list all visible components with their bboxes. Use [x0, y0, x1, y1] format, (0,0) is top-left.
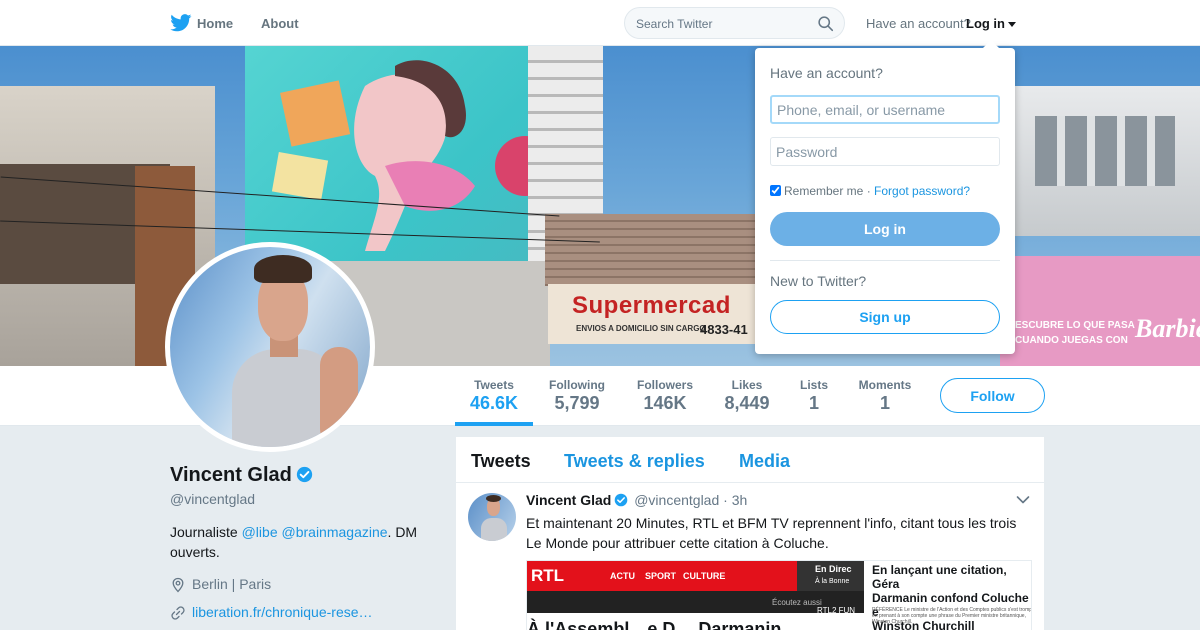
tweet-avatar-body — [481, 518, 507, 541]
media-article: En lançant une citation, Géra Darmanin c… — [872, 561, 1032, 630]
tweet-author-handle[interactable]: @vincentglad — [634, 492, 719, 508]
twitter-bird-icon[interactable] — [170, 14, 192, 32]
media-logo: RTL — [531, 566, 565, 585]
login-button[interactable]: Log in — [770, 212, 1000, 246]
tweet-separator: · — [723, 492, 728, 508]
have-account-label: Have an account? — [866, 16, 971, 31]
stat-likes[interactable]: Likes 8,449 — [717, 378, 777, 414]
remember-me-checkbox[interactable] — [770, 185, 781, 196]
link-icon — [171, 606, 185, 620]
stat-label: Likes — [731, 378, 763, 392]
profile-location: Berlin | Paris — [170, 576, 272, 593]
media-live-text: En Direc À la Bonne — [815, 564, 852, 587]
media-live-line: En Direc — [815, 564, 852, 574]
tweet-media-image[interactable]: RTL ACTU SPORT CULTURE En Direc À la Bonn… — [526, 560, 1032, 630]
stat-value: 1 — [808, 393, 819, 413]
media-menu-item: SPORT — [645, 571, 677, 581]
location-text: Berlin | Paris — [192, 576, 272, 592]
location-pin-icon — [172, 577, 184, 593]
login-dropdown-toggle[interactable]: Log in — [966, 16, 1016, 31]
stat-followers[interactable]: Followers 146K — [628, 378, 702, 414]
new-to-twitter-label: New to Twitter? — [770, 273, 867, 289]
banner-brand-text: Barbie — [1135, 314, 1200, 343]
banner-sign-subtext: ENVIOS A DOMICILIO SIN CARGO — [576, 324, 706, 333]
signup-button[interactable]: Sign up — [770, 300, 1000, 334]
media-menu-item: CULTURE — [683, 571, 726, 581]
forgot-password-link[interactable]: Forgot password? — [874, 184, 970, 198]
remember-separator: · — [863, 184, 875, 198]
remember-row: Remember me · Forgot password? — [770, 184, 970, 198]
search-input[interactable] — [636, 15, 811, 32]
username-field[interactable] — [770, 95, 1000, 124]
stat-label: Followers — [636, 378, 693, 392]
stat-label: Following — [549, 378, 605, 392]
tweet-timestamp[interactable]: 3h — [732, 492, 748, 508]
tab-tweets-and-replies[interactable]: Tweets & replies — [564, 451, 705, 472]
nav-about-link[interactable]: About — [261, 16, 299, 31]
tab-tweets[interactable]: Tweets — [471, 451, 531, 472]
search-icon[interactable] — [817, 15, 834, 32]
media-listen-text: Écoutez aussi — [772, 598, 822, 607]
website-link[interactable]: liberation.fr/chronique-rese… — [192, 604, 373, 620]
stat-tweets[interactable]: Tweets 46.6K — [455, 378, 533, 414]
media-article-text: RÉFÉRENCE Le ministre de l'Action et des… — [872, 607, 1032, 625]
login-toggle-label: Log in — [966, 16, 1005, 31]
profile-bio: Journaliste @libe @brainmagazine. DM ouv… — [170, 522, 440, 562]
banner-billboard — [1000, 256, 1200, 366]
stat-value: 46.6K — [469, 393, 519, 413]
nav-home-link[interactable]: Home — [197, 16, 233, 31]
stat-lists[interactable]: Lists 1 — [794, 378, 834, 414]
tweet[interactable]: Vincent Glad @vincentglad · 3h Et mainte… — [456, 483, 1044, 630]
profile-name[interactable]: Vincent Glad — [170, 464, 313, 487]
caret-down-icon — [1008, 22, 1016, 28]
search-box — [624, 7, 845, 39]
stat-value: 1 — [879, 393, 890, 413]
follow-button[interactable]: Follow — [940, 378, 1045, 413]
banner-sign-text: Supermercad — [572, 292, 731, 319]
banner-billboard-text: ESCUBRE LO QUE PASA CUANDO JUEGAS CON — [1015, 320, 1135, 346]
profile-website[interactable]: liberation.fr/chronique-rese… — [170, 604, 373, 620]
media-menu-item: ACTU — [610, 571, 635, 581]
media-channels-text: RTL2 FUN — [817, 606, 856, 615]
stat-moments[interactable]: Moments 1 — [854, 378, 916, 414]
banner-brick-wall — [545, 214, 760, 286]
active-tab-indicator — [455, 422, 533, 426]
tweet-avatar[interactable] — [468, 493, 516, 541]
verified-badge-icon — [615, 493, 628, 507]
banner-sign-number: 4833-41 — [700, 322, 748, 337]
login-dropdown-heading: Have an account? — [770, 65, 883, 81]
stat-value: 5,799 — [554, 393, 600, 413]
profile-avatar[interactable] — [165, 242, 375, 452]
login-dropdown: Have an account? Remember me · Forgot pa… — [755, 40, 1015, 354]
tab-media[interactable]: Media — [739, 451, 790, 472]
tweet-author-name[interactable]: Vincent Glad — [526, 492, 611, 508]
stat-value: 146K — [643, 393, 687, 413]
profile-name-text: Vincent Glad — [170, 464, 292, 486]
media-live-line: À la Bonne — [815, 578, 850, 585]
media-headline: À l'Assembl…e D… Darmanin — [527, 619, 782, 630]
stat-following[interactable]: Following 5,799 — [540, 378, 614, 414]
top-navigation: Home About Have an account? Log in — [0, 0, 1200, 46]
stat-label: Lists — [799, 378, 828, 392]
avatar-arm — [320, 347, 358, 447]
bio-text: Journaliste — [170, 524, 242, 540]
tweet-header: Vincent Glad @vincentglad · 3h — [526, 492, 747, 508]
divider — [770, 260, 1000, 261]
avatar-hair — [254, 255, 312, 283]
banner-windows-right — [1035, 116, 1175, 186]
bio-mention-brainmagazine[interactable]: @brainmagazine — [282, 524, 388, 540]
stat-label: Tweets — [474, 378, 514, 392]
tweet-text: Et maintenant 20 Minutes, RTL et BFM TV … — [526, 515, 1017, 551]
stat-label: Moments — [858, 378, 912, 392]
tweet-avatar-hair — [486, 495, 501, 502]
verified-badge-icon — [296, 466, 313, 483]
remember-me-label[interactable]: Remember me — [784, 184, 863, 198]
profile-handle[interactable]: @vincentglad — [170, 491, 255, 507]
stat-value: 8,449 — [724, 393, 770, 413]
chevron-down-icon[interactable] — [1016, 495, 1030, 505]
bio-mention-libe[interactable]: @libe — [242, 524, 278, 540]
timeline-tabs: Tweets Tweets & replies Media — [456, 437, 1044, 483]
timeline: Tweets Tweets & replies Media Vincent Gl… — [456, 437, 1044, 630]
password-field[interactable] — [770, 137, 1000, 166]
